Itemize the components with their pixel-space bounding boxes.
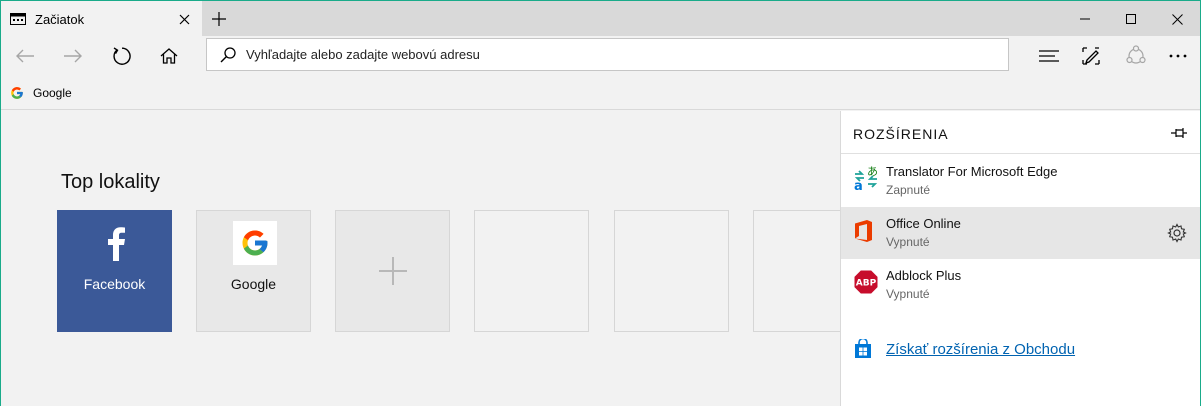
svg-text:a: a xyxy=(854,179,863,191)
extension-name: Translator For Microsoft Edge xyxy=(886,164,1058,179)
store-link-row[interactable]: Získať rozšírenia z Obchodu xyxy=(853,337,1075,359)
extension-status: Zapnuté xyxy=(886,183,931,197)
page-icon xyxy=(10,13,26,25)
back-arrow-icon xyxy=(16,49,34,63)
tile-empty[interactable] xyxy=(474,210,589,332)
adblock-icon-text: ABP xyxy=(856,279,877,289)
extension-name: Office Online xyxy=(886,216,961,231)
office-icon xyxy=(853,217,877,243)
more-icon xyxy=(1169,54,1186,58)
tab-start[interactable]: Začiatok xyxy=(1,1,202,37)
start-page: Top lokality Facebook Google xyxy=(1,111,843,406)
extension-office-online[interactable]: Office Online Vypnuté xyxy=(841,207,1200,259)
hub-icon xyxy=(1038,50,1059,62)
refresh-button[interactable] xyxy=(97,36,145,76)
pin-icon[interactable] xyxy=(1169,123,1189,143)
home-button[interactable] xyxy=(145,36,193,76)
new-tab-button[interactable] xyxy=(202,1,236,37)
address-input[interactable] xyxy=(246,47,946,62)
home-icon xyxy=(160,48,178,64)
extension-status: Vypnuté xyxy=(886,235,930,249)
web-note-icon xyxy=(1081,47,1100,65)
address-bar[interactable] xyxy=(206,38,1009,71)
extension-name: Adblock Plus xyxy=(886,268,962,283)
favorites-bar: Google xyxy=(1,76,1200,110)
forward-button[interactable] xyxy=(49,36,97,76)
close-window-button[interactable] xyxy=(1154,1,1200,37)
store-icon xyxy=(853,337,873,359)
extensions-panel: ROZŠÍRENIA あ a Translator For Microsoft … xyxy=(840,111,1200,406)
panel-title: ROZŠÍRENIA xyxy=(853,126,949,142)
back-button[interactable] xyxy=(1,36,49,76)
extension-status: Vypnuté xyxy=(886,287,930,301)
plus-icon xyxy=(336,211,449,331)
refresh-icon xyxy=(113,47,131,65)
tab-title: Začiatok xyxy=(35,11,85,27)
top-sites-title: Top lokality xyxy=(61,171,160,193)
translator-icon: あ a xyxy=(853,165,878,194)
extension-adblock-plus[interactable]: ABP Adblock Plus Vypnuté xyxy=(841,259,1200,311)
search-icon xyxy=(220,46,236,62)
tile-empty[interactable] xyxy=(753,210,843,332)
gear-icon[interactable] xyxy=(1167,223,1187,243)
tile-empty[interactable] xyxy=(614,210,729,332)
share-button[interactable] xyxy=(1113,36,1158,76)
extension-translator[interactable]: あ a Translator For Microsoft Edge Zapnut… xyxy=(841,155,1200,207)
maximize-button[interactable] xyxy=(1108,1,1154,37)
favorite-label: Google xyxy=(33,86,72,100)
more-button[interactable] xyxy=(1155,36,1200,76)
minimize-button[interactable] xyxy=(1062,1,1108,37)
forward-arrow-icon xyxy=(64,49,82,63)
panel-header: ROZŠÍRENIA xyxy=(841,111,1200,154)
tile-google[interactable]: Google xyxy=(196,210,311,332)
get-extensions-link[interactable]: Získať rozšírenia z Obchodu xyxy=(886,341,1075,358)
facebook-icon xyxy=(94,221,138,265)
favorite-google[interactable]: Google xyxy=(10,84,72,102)
tile-add-site[interactable] xyxy=(335,210,450,332)
window-controls xyxy=(1062,1,1200,37)
google-logo-icon xyxy=(233,221,277,265)
navigation-toolbar xyxy=(1,36,1200,76)
tile-facebook[interactable]: Facebook xyxy=(57,210,172,332)
close-tab-icon[interactable] xyxy=(170,5,198,33)
web-note-button[interactable] xyxy=(1068,36,1113,76)
browser-window: Začiatok Vyhľadajte alebo zadajte webovú… xyxy=(0,0,1201,406)
title-bar: Začiatok xyxy=(1,0,1200,37)
google-icon xyxy=(11,87,23,99)
hub-button[interactable] xyxy=(1026,36,1071,76)
tile-label: Google xyxy=(230,276,277,292)
share-icon xyxy=(1125,45,1146,64)
tile-label: Facebook xyxy=(83,276,146,292)
adblock-icon: ABP xyxy=(853,269,879,295)
